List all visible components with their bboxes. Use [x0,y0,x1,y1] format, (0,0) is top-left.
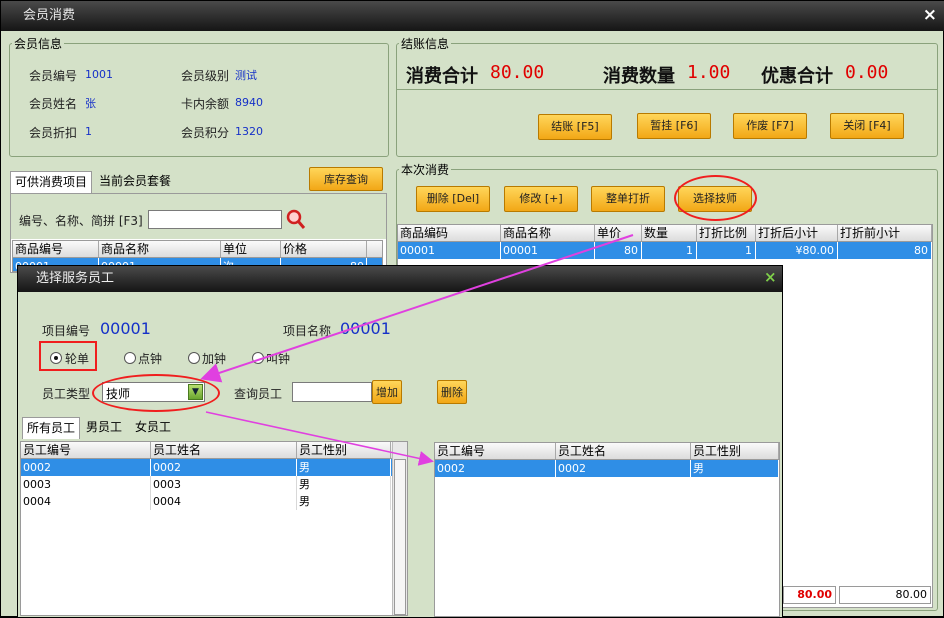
annotation-arrows [200,234,634,466]
arrow-to-selected-staff [205,411,434,466]
member-consume-window: 会员消费 × 会员信息 会员编号 1001 会员级别 测试 会员姓名 张 卡内余… [0,0,944,618]
arrow-to-staff-type [200,234,634,383]
